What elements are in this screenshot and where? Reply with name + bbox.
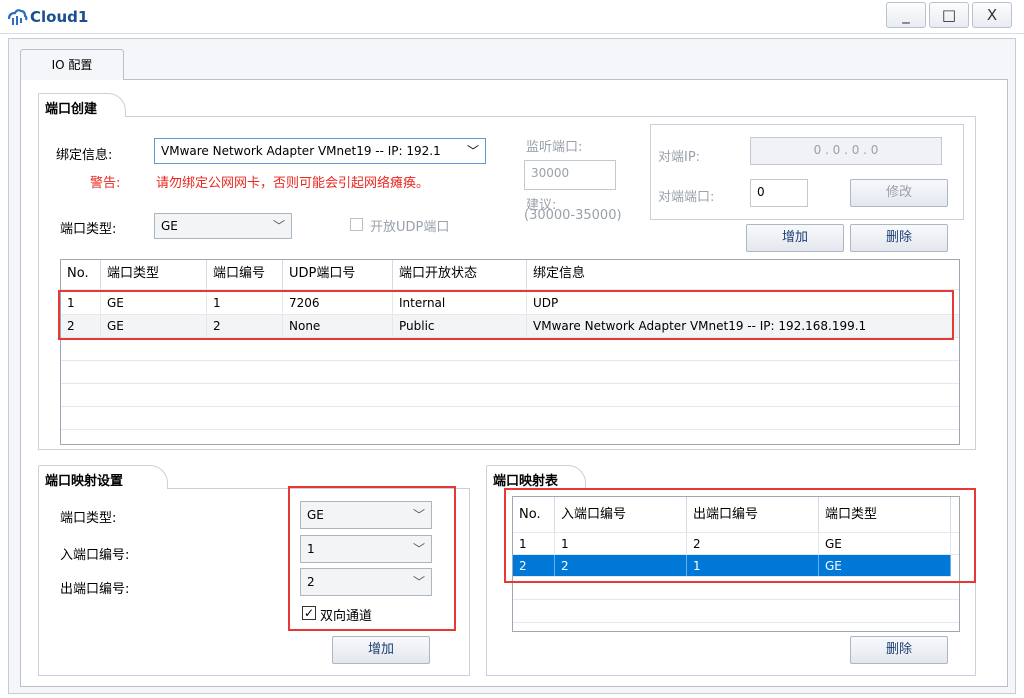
chevron-down-icon: ﹀: [466, 144, 479, 158]
warning-label: 警告:: [90, 176, 121, 191]
mapping-table: No. 入端口编号 出端口编号 端口类型 1 1 2 GE 2 2 1 GE: [512, 496, 960, 632]
out-port-label: 出端口编号:: [60, 582, 130, 597]
mapping-type-select[interactable]: GE ﹀: [300, 501, 432, 529]
maximize-button[interactable]: □: [929, 2, 969, 28]
chevron-down-icon: ﹀: [272, 219, 285, 233]
column-header[interactable]: 端口编号: [207, 260, 283, 289]
table-row[interactable]: 1 1 2 GE: [513, 533, 959, 555]
column-header[interactable]: 端口开放状态: [393, 260, 527, 289]
out-port-select[interactable]: 2 ﹀: [300, 568, 432, 596]
peer-port-input[interactable]: 0: [750, 179, 808, 207]
cell-port-number: 1: [207, 292, 283, 314]
out-port-value: 2: [307, 575, 315, 589]
table-row[interactable]: 2 GE 2 None Public VMware Network Adapte…: [61, 315, 959, 338]
peer-ip-label: 对端IP:: [658, 150, 701, 165]
in-port-value: 1: [307, 542, 315, 556]
port-type-select[interactable]: GE ﹀: [154, 213, 292, 239]
column-header[interactable]: UDP端口号: [283, 260, 393, 289]
cell-port-type: GE: [101, 292, 207, 314]
in-port-select[interactable]: 1 ﹀: [300, 535, 432, 563]
title-bar: Cloud1 _ □ X: [0, 0, 1024, 34]
column-header[interactable]: No.: [513, 497, 555, 532]
chevron-down-icon: ﹀: [412, 575, 425, 589]
bind-info-value: VMware Network Adapter VMnet19 -- IP: 19…: [161, 144, 441, 158]
mapping-table-title: 端口映射表: [486, 465, 586, 489]
chevron-down-icon: ﹀: [412, 542, 425, 556]
udp-open-label: 开放UDP端口: [370, 220, 450, 235]
column-header[interactable]: 入端口编号: [555, 497, 687, 532]
add-mapping-button[interactable]: 增加: [332, 636, 430, 664]
chevron-down-icon: ﹀: [412, 508, 425, 522]
cell-bind-info: UDP: [533, 296, 559, 310]
peer-port-label: 对端端口:: [658, 190, 715, 205]
bind-info-label: 绑定信息:: [56, 148, 113, 163]
cell-no: 2: [513, 555, 555, 576]
close-button[interactable]: X: [972, 2, 1012, 28]
column-header[interactable]: 出端口编号: [687, 497, 819, 532]
warning-text: 请勿绑定公网网卡，否则可能会引起网络瘫痪。: [156, 176, 430, 191]
empty-row: [61, 407, 959, 430]
udp-open-checkbox[interactable]: [350, 218, 363, 231]
empty-row: [513, 577, 959, 600]
empty-row: [61, 338, 959, 361]
cell-bind-info: VMware Network Adapter VMnet19 -- IP: 19…: [533, 319, 867, 333]
bidirectional-label: 双向通道: [320, 609, 373, 624]
cell-in-port: 1: [555, 533, 687, 554]
cell-out-port: 2: [687, 533, 819, 554]
port-table-header: No. 端口类型 端口编号 UDP端口号 端口开放状态 绑定信息: [61, 260, 959, 290]
column-header[interactable]: 端口类型: [101, 260, 207, 289]
mapping-type-value: GE: [307, 508, 324, 522]
window-title: Cloud1: [30, 8, 89, 26]
table-row-selected[interactable]: 2 2 1 GE: [513, 555, 951, 577]
empty-row: [61, 430, 959, 444]
suggest-range: (30000-35000): [524, 208, 622, 223]
add-port-button[interactable]: 增加: [746, 224, 844, 252]
listen-port-input[interactable]: 30000: [524, 160, 616, 190]
port-mapping-title: 端口映射设置: [38, 465, 168, 489]
in-port-label: 入端口编号:: [60, 548, 130, 563]
cell-udp-port: 7206: [283, 292, 393, 314]
port-type-value: GE: [161, 219, 178, 233]
modify-button[interactable]: 修改: [850, 179, 948, 207]
empty-row: [61, 384, 959, 407]
cloud-app-icon: [6, 7, 28, 27]
port-type-label: 端口类型:: [60, 222, 117, 237]
cell-port-number: 2: [207, 315, 283, 337]
table-row[interactable]: 1 GE 1 7206 Internal UDP: [61, 292, 959, 315]
cell-out-port: 1: [687, 555, 819, 576]
port-create-title: 端口创建: [38, 93, 126, 117]
mapping-table-header: No. 入端口编号 出端口编号 端口类型: [513, 497, 959, 533]
cell-port-type: GE: [819, 555, 951, 576]
port-table: No. 端口类型 端口编号 UDP端口号 端口开放状态 绑定信息 1 GE 1 …: [60, 259, 960, 445]
cell-port-type: GE: [819, 533, 951, 554]
empty-row: [513, 600, 959, 623]
minimize-button[interactable]: _: [886, 2, 926, 28]
delete-mapping-button[interactable]: 删除: [850, 636, 948, 664]
cell-open-status: Internal: [393, 292, 527, 314]
bidirectional-checkbox[interactable]: ✓: [302, 606, 316, 620]
cell-port-type: GE: [101, 315, 207, 337]
delete-port-button[interactable]: 删除: [850, 224, 948, 252]
tab-io-config[interactable]: IO 配置: [20, 49, 124, 80]
bind-info-select[interactable]: VMware Network Adapter VMnet19 -- IP: 19…: [154, 138, 486, 164]
peer-ip-input[interactable]: 0 . 0 . 0 . 0: [750, 137, 942, 165]
cell-no: 1: [61, 292, 101, 314]
empty-row: [61, 361, 959, 384]
column-header[interactable]: 绑定信息: [527, 260, 959, 289]
cell-no: 1: [513, 533, 555, 554]
mapping-type-label: 端口类型:: [60, 511, 117, 526]
column-header[interactable]: No.: [61, 260, 101, 289]
listen-port-label: 监听端口:: [526, 140, 583, 155]
cell-udp-port: None: [283, 315, 393, 337]
cell-open-status: Public: [393, 315, 527, 337]
cell-no: 2: [61, 315, 101, 337]
cell-in-port: 2: [555, 555, 687, 576]
column-header[interactable]: 端口类型: [819, 497, 951, 532]
